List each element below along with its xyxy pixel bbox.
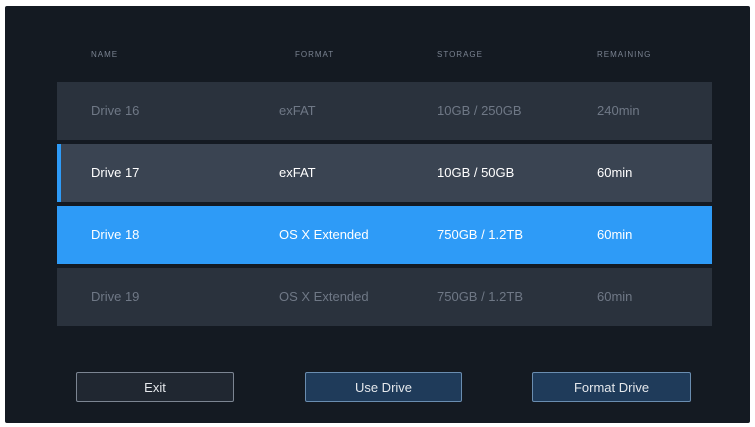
use-drive-button[interactable]: Use Drive (305, 372, 462, 402)
drive-name: Drive 17 (91, 165, 140, 180)
column-header-name: NAME (91, 50, 119, 59)
drive-remaining: 60min (597, 165, 633, 180)
column-header-remaining: REMAINING (597, 50, 652, 59)
focus-indicator (57, 144, 61, 202)
drive-format: exFAT (279, 103, 316, 118)
drive-name: Drive 18 (91, 227, 140, 242)
drive-row-selected[interactable]: Drive 18 OS X Extended 750GB / 1.2TB 60m… (57, 206, 712, 264)
drive-storage: 10GB / 250GB (437, 103, 522, 118)
drive-row-focused[interactable]: Drive 17 exFAT 10GB / 50GB 60min (57, 144, 712, 202)
column-header-storage: STORAGE (437, 50, 483, 59)
drive-storage: 10GB / 50GB (437, 165, 515, 180)
exit-button[interactable]: Exit (76, 372, 234, 402)
drive-remaining: 60min (597, 289, 633, 304)
drive-remaining: 60min (597, 227, 633, 242)
drive-storage: 750GB / 1.2TB (437, 289, 523, 304)
drive-select-screen: NAME FORMAT STORAGE REMAINING Drive 16 e… (5, 6, 750, 423)
drive-name: Drive 19 (91, 289, 140, 304)
drive-name: Drive 16 (91, 103, 140, 118)
drive-remaining: 240min (597, 103, 640, 118)
format-drive-button[interactable]: Format Drive (532, 372, 691, 402)
drive-row[interactable]: Drive 19 OS X Extended 750GB / 1.2TB 60m… (57, 268, 712, 326)
drive-row[interactable]: Drive 16 exFAT 10GB / 250GB 240min (57, 82, 712, 140)
drive-format: OS X Extended (279, 289, 369, 304)
drive-storage: 750GB / 1.2TB (437, 227, 523, 242)
drive-format: OS X Extended (279, 227, 369, 242)
column-header-format: FORMAT (295, 50, 335, 59)
table-header: NAME FORMAT STORAGE REMAINING (57, 50, 717, 64)
drive-format: exFAT (279, 165, 316, 180)
